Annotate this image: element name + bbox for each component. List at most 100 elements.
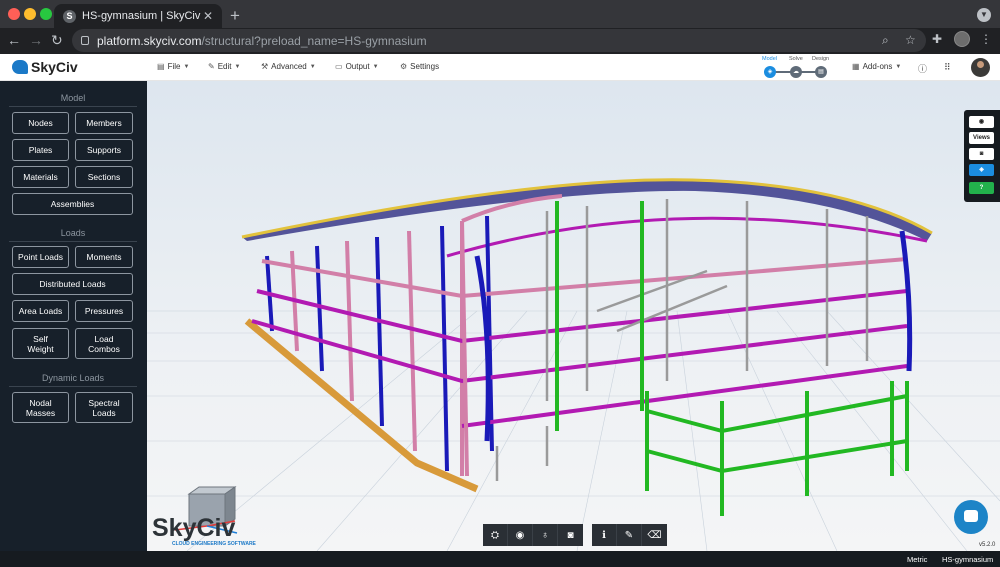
section-model-title: Model (9, 93, 137, 107)
status-bar: Metric HS-gymnasium (0, 551, 1000, 567)
spectral-loads-button[interactable]: Spectral Loads (75, 392, 133, 423)
step-model-button[interactable]: ◈ (764, 66, 776, 78)
tab-search-icon[interactable]: ▼ (977, 8, 991, 22)
menu-edit[interactable]: ✎ Edit ▼ (208, 62, 240, 71)
point-loads-button[interactable]: Point Loads (12, 246, 69, 268)
pencil-icon[interactable]: ✎ (617, 524, 642, 546)
menu-settings[interactable]: ⚙ Settings (400, 62, 439, 71)
pressures-button[interactable]: Pressures (75, 300, 133, 322)
menu-advanced[interactable]: ⚒ Advanced ▼ (261, 62, 316, 71)
visibility-icon[interactable]: ◉ (508, 524, 533, 546)
favicon-icon: S (63, 9, 76, 23)
section-loads-title: Loads (9, 228, 137, 242)
app-header: SkyCiv ▤ File ▼ ✎ Edit ▼ ⚒ Advanced ▼ ▭ Output ▼… (0, 54, 1000, 81)
menu-edit-label: Edit (217, 62, 232, 71)
browser-tab[interactable]: S HS-gymnasium | SkyCiv ✕ (54, 4, 222, 28)
wrench-icon: ⚒ (261, 62, 269, 71)
step-model-label: Model (762, 56, 777, 62)
step-design-label: Design (812, 56, 830, 62)
skyciv-watermark-tagline: CLOUD ENGINEERING SOFTWARE (172, 541, 256, 547)
chevron-down-icon: ▼ (895, 63, 902, 70)
menu-advanced-label: Advanced (271, 62, 307, 71)
interior-members (495, 199, 869, 481)
address-bar[interactable]: platform.skyciv.com/structural?preload_n… (72, 29, 926, 52)
views-button[interactable]: Views (969, 132, 994, 144)
model-viewport[interactable] (147, 81, 1000, 551)
screenshot-icon[interactable]: ◙ (558, 524, 583, 546)
chat-support-button[interactable] (954, 500, 988, 534)
left-sidebar: Model Nodes Members Plates Supports Mate… (0, 81, 147, 567)
menu-file[interactable]: ▤ File ▼ (157, 62, 189, 71)
maximize-window-button[interactable] (40, 8, 52, 20)
browser-chrome: S HS-gymnasium | SkyCiv ✕ + ▼ ← → ↻ plat… (0, 0, 1000, 54)
menu-settings-label: Settings (410, 62, 440, 71)
close-window-button[interactable] (8, 8, 20, 20)
chevron-down-icon: ▼ (183, 63, 190, 70)
menu-addons-label: Add-ons (862, 62, 893, 71)
menu-file-label: File (167, 62, 181, 71)
green-frame (555, 201, 909, 516)
distributed-loads-button[interactable]: Distributed Loads (12, 273, 133, 295)
load-combos-button[interactable]: Load Combos (75, 328, 133, 359)
plates-button[interactable]: Plates (12, 139, 69, 161)
nodal-masses-button[interactable]: Nodal Masses (12, 392, 69, 423)
visibility-eye-icon[interactable]: ◉ (969, 116, 994, 128)
info-icon[interactable]: ℹ (592, 524, 617, 546)
step-design-button[interactable]: ▤ (815, 66, 827, 78)
step-solve-label: Solve (789, 56, 803, 62)
supports-button[interactable]: Supports (75, 139, 133, 161)
workflow-steps: Model Solve Design ◈ ☁ ▤ (760, 56, 832, 80)
render-mode-icon[interactable]: ⛭ (483, 524, 508, 546)
area-loads-button[interactable]: Area Loads (12, 300, 69, 322)
help-icon[interactable]: ⓘ (918, 62, 927, 75)
gear-icon: ⚙ (400, 62, 408, 71)
step-solve-button[interactable]: ☁ (790, 66, 802, 78)
lock-icon (81, 36, 89, 45)
front-columns (265, 215, 494, 476)
profile-avatar[interactable] (954, 31, 970, 47)
grid-icon: ▦ (852, 62, 860, 71)
browser-menu-icon[interactable]: ⋮ (980, 32, 992, 46)
brand-name: SkyCiv (31, 59, 78, 75)
units-label[interactable]: Metric (907, 555, 927, 564)
zoom-icon[interactable]: ⌕ (882, 33, 889, 48)
structure-3d-view[interactable] (147, 81, 1000, 551)
browser-toolbar: ← → ↻ platform.skyciv.com/structural?pre… (0, 28, 1000, 54)
close-tab-icon[interactable]: ✕ (203, 9, 213, 23)
back-icon[interactable]: ← (7, 32, 21, 48)
new-tab-icon[interactable]: + (230, 6, 240, 26)
skyciv-app: SkyCiv ▤ File ▼ ✎ Edit ▼ ⚒ Advanced ▼ ▭ Output ▼… (0, 54, 1000, 567)
forward-icon[interactable]: → (29, 32, 43, 48)
self-weight-button[interactable]: Self Weight (12, 328, 69, 359)
menu-addons[interactable]: ▦ Add-ons ▼ (852, 62, 901, 71)
materials-button[interactable]: Materials (12, 166, 69, 188)
apps-grid-icon[interactable]: ⠿ (944, 62, 951, 73)
cube-view-icon[interactable]: ◈ (969, 164, 994, 176)
help-green-icon[interactable]: ? (969, 182, 994, 194)
assemblies-button[interactable]: Assemblies (12, 193, 133, 215)
skyciv-logo[interactable]: SkyCiv (12, 59, 78, 75)
lightbulb-icon[interactable]: ♁ (533, 524, 558, 546)
version-label: v5.2.0 (979, 542, 996, 548)
chevron-down-icon: ▼ (372, 63, 379, 70)
user-avatar[interactable] (971, 58, 990, 77)
skyciv-watermark: SkyCiv (152, 514, 236, 542)
minimize-window-button[interactable] (24, 8, 36, 20)
menu-output[interactable]: ▭ Output ▼ (335, 62, 379, 71)
section-dynamic-title: Dynamic Loads (9, 373, 137, 387)
bookmark-star-icon[interactable]: ☆ (905, 33, 916, 47)
members-button[interactable]: Members (75, 112, 133, 134)
url-path: /structural?preload_name=HS-gymnasium (201, 33, 427, 48)
view-toolbar: ⛭ ◉ ♁ ◙ (483, 524, 583, 546)
edit-toolbar: ℹ ✎ ⌫ (592, 524, 667, 546)
extensions-icon[interactable]: ✚ (932, 32, 942, 46)
sections-button[interactable]: Sections (75, 166, 133, 188)
chevron-down-icon: ▼ (309, 63, 316, 70)
monitor-icon: ▭ (335, 62, 343, 71)
reload-icon[interactable]: ↻ (51, 32, 63, 49)
camera-icon[interactable]: ◙ (969, 148, 994, 160)
moments-button[interactable]: Moments (75, 246, 133, 268)
nodes-button[interactable]: Nodes (12, 112, 69, 134)
view-controls-panel: ◉ Views ◙ ◈ ? (964, 110, 1000, 202)
eraser-icon[interactable]: ⌫ (642, 524, 667, 546)
